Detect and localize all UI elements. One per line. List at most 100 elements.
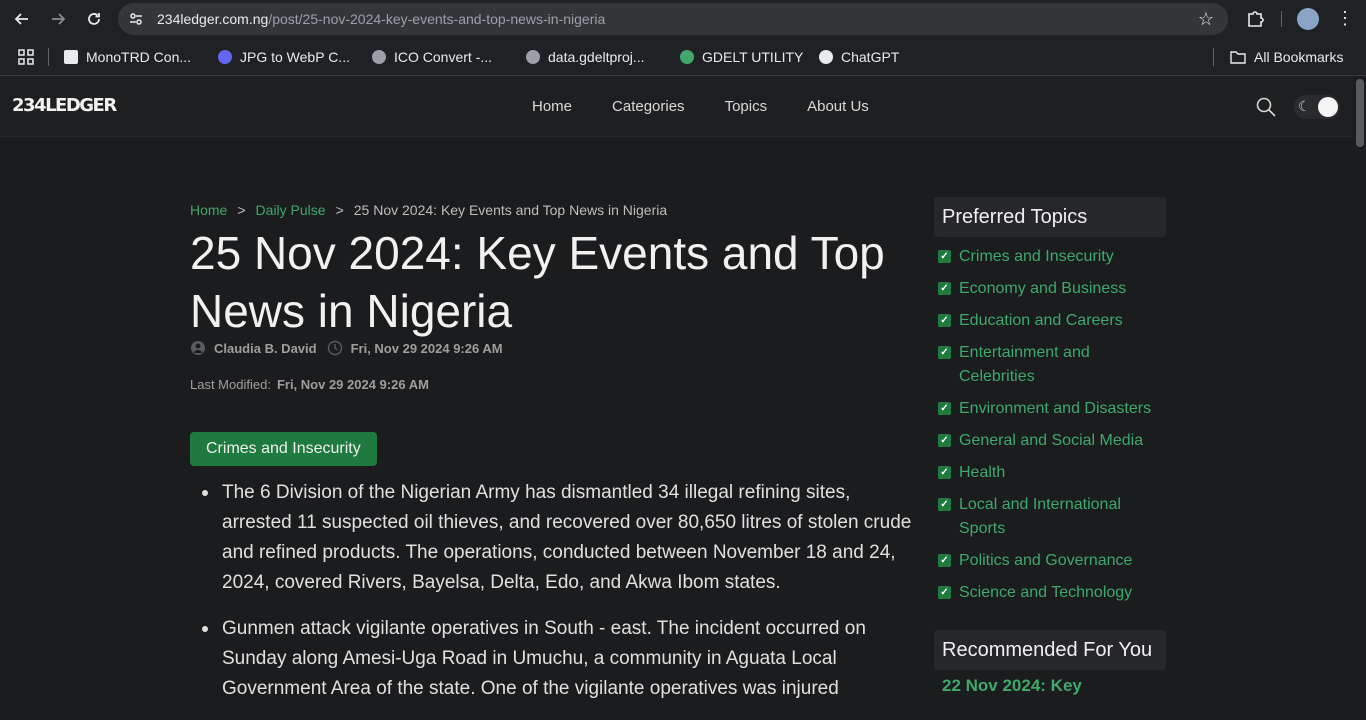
checkbox-checked-icon[interactable]: ✓ [938, 250, 951, 263]
topic-item[interactable]: ✓ Economy and Business [938, 277, 1164, 301]
globe-favicon-icon [526, 50, 540, 64]
url-host: 234ledger.com.ng [157, 11, 269, 27]
article-meta: Claudia B. David Fri, Nov 29 2024 9:26 A… [190, 340, 503, 356]
category-tag[interactable]: Crimes and Insecurity [190, 432, 377, 466]
topic-label[interactable]: General and Social Media [959, 429, 1143, 453]
topic-label[interactable]: Science and Technology [959, 581, 1132, 605]
checkbox-checked-icon[interactable]: ✓ [938, 466, 951, 479]
topic-label[interactable]: Local and International Sports [959, 493, 1164, 541]
forward-button[interactable] [45, 6, 71, 32]
topic-item[interactable]: ✓ General and Social Media [938, 429, 1164, 453]
checkbox-checked-icon[interactable]: ✓ [938, 402, 951, 415]
bookmark-item[interactable]: MonoTRD Con... [64, 47, 191, 67]
breadcrumb-separator: > [335, 202, 344, 218]
back-arrow-icon [14, 13, 28, 25]
checkbox-checked-icon[interactable]: ✓ [938, 346, 951, 359]
topic-label[interactable]: Politics and Governance [959, 549, 1132, 573]
preferred-topics-list: ✓ Crimes and Insecurity ✓ Economy and Busi… [938, 245, 1164, 613]
all-bookmarks-button[interactable]: All Bookmarks [1230, 47, 1343, 67]
green-circle-favicon-icon [680, 50, 694, 64]
globe-favicon-icon [372, 50, 386, 64]
topic-label[interactable]: Environment and Disasters [959, 397, 1151, 421]
last-modified-label: Last Modified: [190, 377, 271, 392]
profile-avatar[interactable] [1297, 8, 1319, 30]
breadcrumb-separator: > [237, 202, 246, 218]
clock-icon [327, 340, 342, 356]
topic-item[interactable]: ✓ Crimes and Insecurity [938, 245, 1164, 269]
checkbox-checked-icon[interactable]: ✓ [938, 498, 951, 511]
url-text[interactable]: 234ledger.com.ng/post/25-nov-2024-key-ev… [157, 11, 605, 27]
browser-toolbar: 234ledger.com.ng/post/25-nov-2024-key-ev… [0, 0, 1366, 38]
main-nav: Home Categories Topics About Us [532, 98, 909, 115]
breadcrumb-home[interactable]: Home [190, 202, 227, 218]
breadcrumb-current: 25 Nov 2024: Key Events and Top News in … [353, 202, 668, 218]
topic-label[interactable]: Education and Careers [959, 309, 1123, 333]
bookmark-item[interactable]: JPG to WebP C... [218, 47, 350, 67]
apps-grid-icon[interactable] [18, 49, 34, 65]
list-item: Gunmen attack vigilante operatives in So… [202, 614, 912, 704]
toolbar-divider [1281, 11, 1282, 27]
nav-about-us[interactable]: About Us [807, 98, 869, 115]
article-title: 25 Nov 2024: Key Events and Top News in … [190, 227, 885, 337]
scrollbar-thumb[interactable] [1356, 79, 1364, 147]
bookmark-item[interactable]: ChatGPT [819, 47, 899, 67]
author-name[interactable]: Claudia B. David [214, 341, 317, 356]
nav-topics[interactable]: Topics [725, 98, 768, 115]
address-bar[interactable]: 234ledger.com.ng/post/25-nov-2024-key-ev… [118, 3, 1228, 35]
bookmark-label: ChatGPT [841, 49, 900, 65]
topic-item[interactable]: ✓ Local and International Sports [938, 493, 1164, 541]
bookmark-label: data.gdeltproj... [548, 49, 645, 65]
bookmark-label: MonoTRD Con... [86, 49, 192, 65]
checkbox-checked-icon[interactable]: ✓ [938, 554, 951, 567]
scrollbar-track[interactable] [1354, 77, 1366, 688]
bookmark-item[interactable]: data.gdeltproj... [526, 47, 645, 67]
reload-icon [88, 13, 100, 25]
news-bullets: The 6 Division of the Nigerian Army has … [202, 478, 912, 720]
site-settings-icon[interactable] [128, 11, 144, 27]
topic-item[interactable]: ✓ Education and Careers [938, 309, 1164, 333]
topic-item[interactable]: ✓ Entertainment and Celebrities [938, 341, 1164, 389]
bookmark-star-icon[interactable]: ☆ [1198, 9, 1214, 30]
breadcrumb: Home > Daily Pulse > 25 Nov 2024: Key Ev… [190, 202, 667, 218]
topic-item[interactable]: ✓ Health [938, 461, 1164, 485]
published-date: Fri, Nov 29 2024 9:26 AM [350, 340, 503, 356]
reload-button[interactable] [81, 6, 107, 32]
nav-categories[interactable]: Categories [612, 98, 685, 115]
recommended-link[interactable]: 22 Nov 2024: Key [942, 676, 1082, 696]
back-button[interactable] [9, 6, 35, 32]
checkbox-checked-icon[interactable]: ✓ [938, 282, 951, 295]
topic-item[interactable]: ✓ Environment and Disasters [938, 397, 1164, 421]
chatgpt-favicon-icon [819, 50, 833, 64]
bookmark-label: ICO Convert -... [394, 49, 493, 65]
bookmarks-divider [1213, 48, 1214, 66]
topic-item[interactable]: ✓ Science and Technology [938, 581, 1164, 605]
topic-label[interactable]: Entertainment and Celebrities [959, 341, 1164, 389]
checkbox-checked-icon[interactable]: ✓ [938, 314, 951, 327]
toggle-knob [1318, 97, 1338, 117]
topic-label[interactable]: Economy and Business [959, 277, 1126, 301]
preferred-topics-heading: Preferred Topics [934, 197, 1166, 237]
folder-icon [1230, 51, 1246, 64]
bookmark-label: JPG to WebP C... [240, 49, 350, 65]
last-modified: Last Modified: Fri, Nov 29 2024 9:26 AM [190, 377, 429, 392]
moon-icon: ☾ [1298, 98, 1311, 114]
topic-label[interactable]: Health [959, 461, 1005, 485]
topic-label[interactable]: Crimes and Insecurity [959, 245, 1114, 269]
bookmarks-bar: MonoTRD Con... JPG to WebP C... ICO Conv… [0, 38, 1366, 76]
site-header: 234LEDGER Home Categories Topics About U… [0, 77, 1354, 137]
topic-item[interactable]: ✓ Politics and Governance [938, 549, 1164, 573]
bookmark-item[interactable]: GDELT UTILITY [680, 47, 803, 67]
checkbox-checked-icon[interactable]: ✓ [938, 586, 951, 599]
menu-kebab-icon[interactable]: ⋮ [1336, 8, 1354, 30]
list-item: The 6 Division of the Nigerian Army has … [202, 478, 912, 598]
theme-toggle[interactable]: ☾ [1294, 95, 1340, 119]
checkbox-checked-icon[interactable]: ✓ [938, 434, 951, 447]
search-icon[interactable] [1255, 96, 1277, 118]
site-logo[interactable]: 234LEDGER [12, 95, 117, 116]
all-bookmarks-label: All Bookmarks [1254, 49, 1344, 65]
breadcrumb-section[interactable]: Daily Pulse [256, 202, 326, 218]
last-modified-date: Fri, Nov 29 2024 9:26 AM [276, 377, 429, 392]
nav-home[interactable]: Home [532, 98, 572, 115]
extensions-icon[interactable] [1244, 8, 1266, 30]
bookmark-item[interactable]: ICO Convert -... [372, 47, 492, 67]
